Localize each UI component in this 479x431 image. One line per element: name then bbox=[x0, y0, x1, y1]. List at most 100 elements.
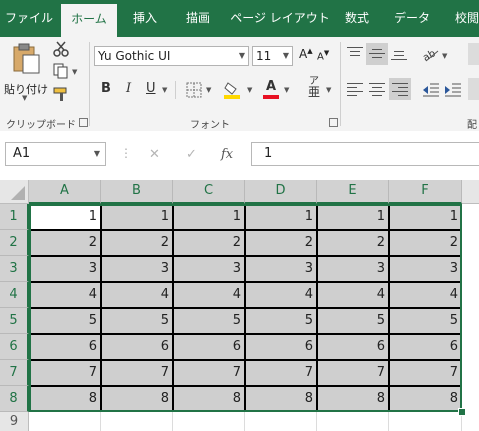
cell-f9[interactable] bbox=[389, 411, 462, 431]
row-header[interactable]: 5 bbox=[0, 308, 29, 334]
chevron-down-icon[interactable]: ▼ bbox=[442, 52, 447, 60]
align-right-icon[interactable] bbox=[392, 83, 408, 97]
tab-draw[interactable]: 描画 bbox=[174, 0, 222, 37]
wrap-text-button[interactable] bbox=[468, 43, 479, 65]
fill-color-icon[interactable] bbox=[224, 81, 242, 99]
row-header[interactable]: 3 bbox=[0, 256, 29, 282]
row-header[interactable]: 4 bbox=[0, 282, 29, 308]
orientation-icon[interactable]: ab bbox=[422, 46, 440, 62]
font-size-select[interactable]: 11 ▼ bbox=[252, 46, 293, 66]
cell-c9[interactable] bbox=[173, 411, 245, 431]
phonetic-guide-icon[interactable]: ア亜 bbox=[308, 77, 320, 99]
align-middle-icon[interactable] bbox=[369, 47, 385, 61]
cell-b4[interactable]: 4 bbox=[101, 282, 173, 308]
cell-b2[interactable]: 2 bbox=[101, 230, 173, 256]
cell-f6[interactable]: 6 bbox=[389, 334, 462, 360]
cell-e6[interactable]: 6 bbox=[317, 334, 389, 360]
cell-d7[interactable]: 7 bbox=[245, 360, 317, 386]
cell-a6[interactable]: 6 bbox=[29, 334, 101, 360]
cell-d5[interactable]: 5 bbox=[245, 308, 317, 334]
chevron-down-icon[interactable]: ▼ bbox=[284, 86, 289, 94]
cell-d1[interactable]: 1 bbox=[245, 204, 317, 230]
column-header-b[interactable]: B bbox=[101, 180, 173, 204]
formula-input[interactable]: 1 bbox=[251, 142, 479, 166]
cell-a8[interactable]: 8 bbox=[29, 386, 101, 412]
cell-a4[interactable]: 4 bbox=[29, 282, 101, 308]
merge-center-button[interactable] bbox=[468, 78, 479, 100]
cell-e7[interactable]: 7 bbox=[317, 360, 389, 386]
font-launcher-icon[interactable] bbox=[329, 118, 338, 127]
decrease-font-size-icon[interactable]: A▼ bbox=[317, 49, 329, 62]
chevron-down-icon[interactable]: ▼ bbox=[72, 68, 77, 76]
cell-d4[interactable]: 4 bbox=[245, 282, 317, 308]
cell-f4[interactable]: 4 bbox=[389, 282, 462, 308]
cell-c3[interactable]: 3 bbox=[173, 256, 245, 282]
align-bottom-icon[interactable] bbox=[391, 47, 407, 61]
decrease-indent-icon[interactable] bbox=[422, 82, 440, 98]
align-center-icon[interactable] bbox=[369, 83, 385, 97]
tab-page-layout[interactable]: ページ レイアウト bbox=[230, 0, 330, 37]
cell-e3[interactable]: 3 bbox=[317, 256, 389, 282]
cell-c4[interactable]: 4 bbox=[173, 282, 245, 308]
column-header-f[interactable]: F bbox=[389, 180, 462, 204]
row-header[interactable]: 8 bbox=[0, 386, 29, 412]
increase-font-size-icon[interactable]: A▲ bbox=[299, 47, 313, 61]
cell-b1[interactable]: 1 bbox=[101, 204, 173, 230]
cancel-icon[interactable]: ✕ bbox=[149, 147, 160, 162]
tab-data[interactable]: データ bbox=[387, 0, 437, 37]
italic-button[interactable]: I bbox=[126, 81, 131, 96]
column-header-d[interactable]: D bbox=[245, 180, 317, 204]
select-all-button[interactable] bbox=[0, 180, 29, 204]
cell-b7[interactable]: 7 bbox=[101, 360, 173, 386]
cell-d9[interactable] bbox=[245, 411, 317, 431]
cell-d6[interactable]: 6 bbox=[245, 334, 317, 360]
font-color-icon[interactable]: A bbox=[263, 79, 279, 99]
cell-e9[interactable] bbox=[317, 411, 389, 431]
cell-f3[interactable]: 3 bbox=[389, 256, 462, 282]
cell-b6[interactable]: 6 bbox=[101, 334, 173, 360]
name-box[interactable]: A1 ▼ bbox=[5, 142, 106, 166]
cell-f2[interactable]: 2 bbox=[389, 230, 462, 256]
underline-button[interactable]: U bbox=[146, 81, 156, 96]
cell-a1[interactable]: 1 bbox=[29, 204, 101, 230]
align-top-icon[interactable] bbox=[347, 47, 363, 61]
clipboard-launcher-icon[interactable] bbox=[79, 118, 88, 127]
cell-c6[interactable]: 6 bbox=[173, 334, 245, 360]
fill-handle[interactable] bbox=[458, 408, 466, 416]
chevron-down-icon[interactable]: ▼ bbox=[326, 86, 331, 94]
cell-e5[interactable]: 5 bbox=[317, 308, 389, 334]
cell-e2[interactable]: 2 bbox=[317, 230, 389, 256]
column-header-g[interactable] bbox=[462, 180, 479, 204]
cell-f5[interactable]: 5 bbox=[389, 308, 462, 334]
cell-c1[interactable]: 1 bbox=[173, 204, 245, 230]
cut-icon[interactable] bbox=[53, 41, 69, 57]
chevron-down-icon[interactable]: ▼ bbox=[247, 86, 252, 94]
increase-indent-icon[interactable] bbox=[444, 82, 462, 98]
insert-function-icon[interactable]: fx bbox=[221, 147, 233, 162]
cell-b8[interactable]: 8 bbox=[101, 386, 173, 412]
tab-insert[interactable]: 挿入 bbox=[124, 0, 166, 37]
row-header[interactable]: 2 bbox=[0, 230, 29, 256]
tab-formulas[interactable]: 数式 bbox=[336, 0, 378, 37]
cell-c2[interactable]: 2 bbox=[173, 230, 245, 256]
tab-file[interactable]: ファイル bbox=[0, 0, 58, 37]
row-header[interactable]: 6 bbox=[0, 334, 29, 360]
cell-f7[interactable]: 7 bbox=[389, 360, 462, 386]
cell-e4[interactable]: 4 bbox=[317, 282, 389, 308]
chevron-down-icon[interactable]: ▼ bbox=[206, 86, 211, 94]
row-header[interactable]: 9 bbox=[0, 412, 29, 431]
cell-d8[interactable]: 8 bbox=[245, 386, 317, 412]
paste-button[interactable]: 貼り付け ▼ bbox=[4, 41, 48, 102]
cell-a2[interactable]: 2 bbox=[29, 230, 101, 256]
cell-b9[interactable] bbox=[101, 411, 173, 431]
tab-review[interactable]: 校閲 bbox=[446, 0, 479, 37]
cell-c8[interactable]: 8 bbox=[173, 386, 245, 412]
tab-home[interactable]: ホーム bbox=[61, 4, 117, 37]
worksheet-grid[interactable]: A B C D E F 1 2 3 4 5 6 7 8 9 1 1 1 1 1 … bbox=[0, 180, 479, 431]
column-header-c[interactable]: C bbox=[173, 180, 245, 204]
cell-c7[interactable]: 7 bbox=[173, 360, 245, 386]
copy-icon[interactable] bbox=[53, 63, 69, 79]
align-left-icon[interactable] bbox=[347, 83, 363, 97]
cell-a3[interactable]: 3 bbox=[29, 256, 101, 282]
cell-a5[interactable]: 5 bbox=[29, 308, 101, 334]
